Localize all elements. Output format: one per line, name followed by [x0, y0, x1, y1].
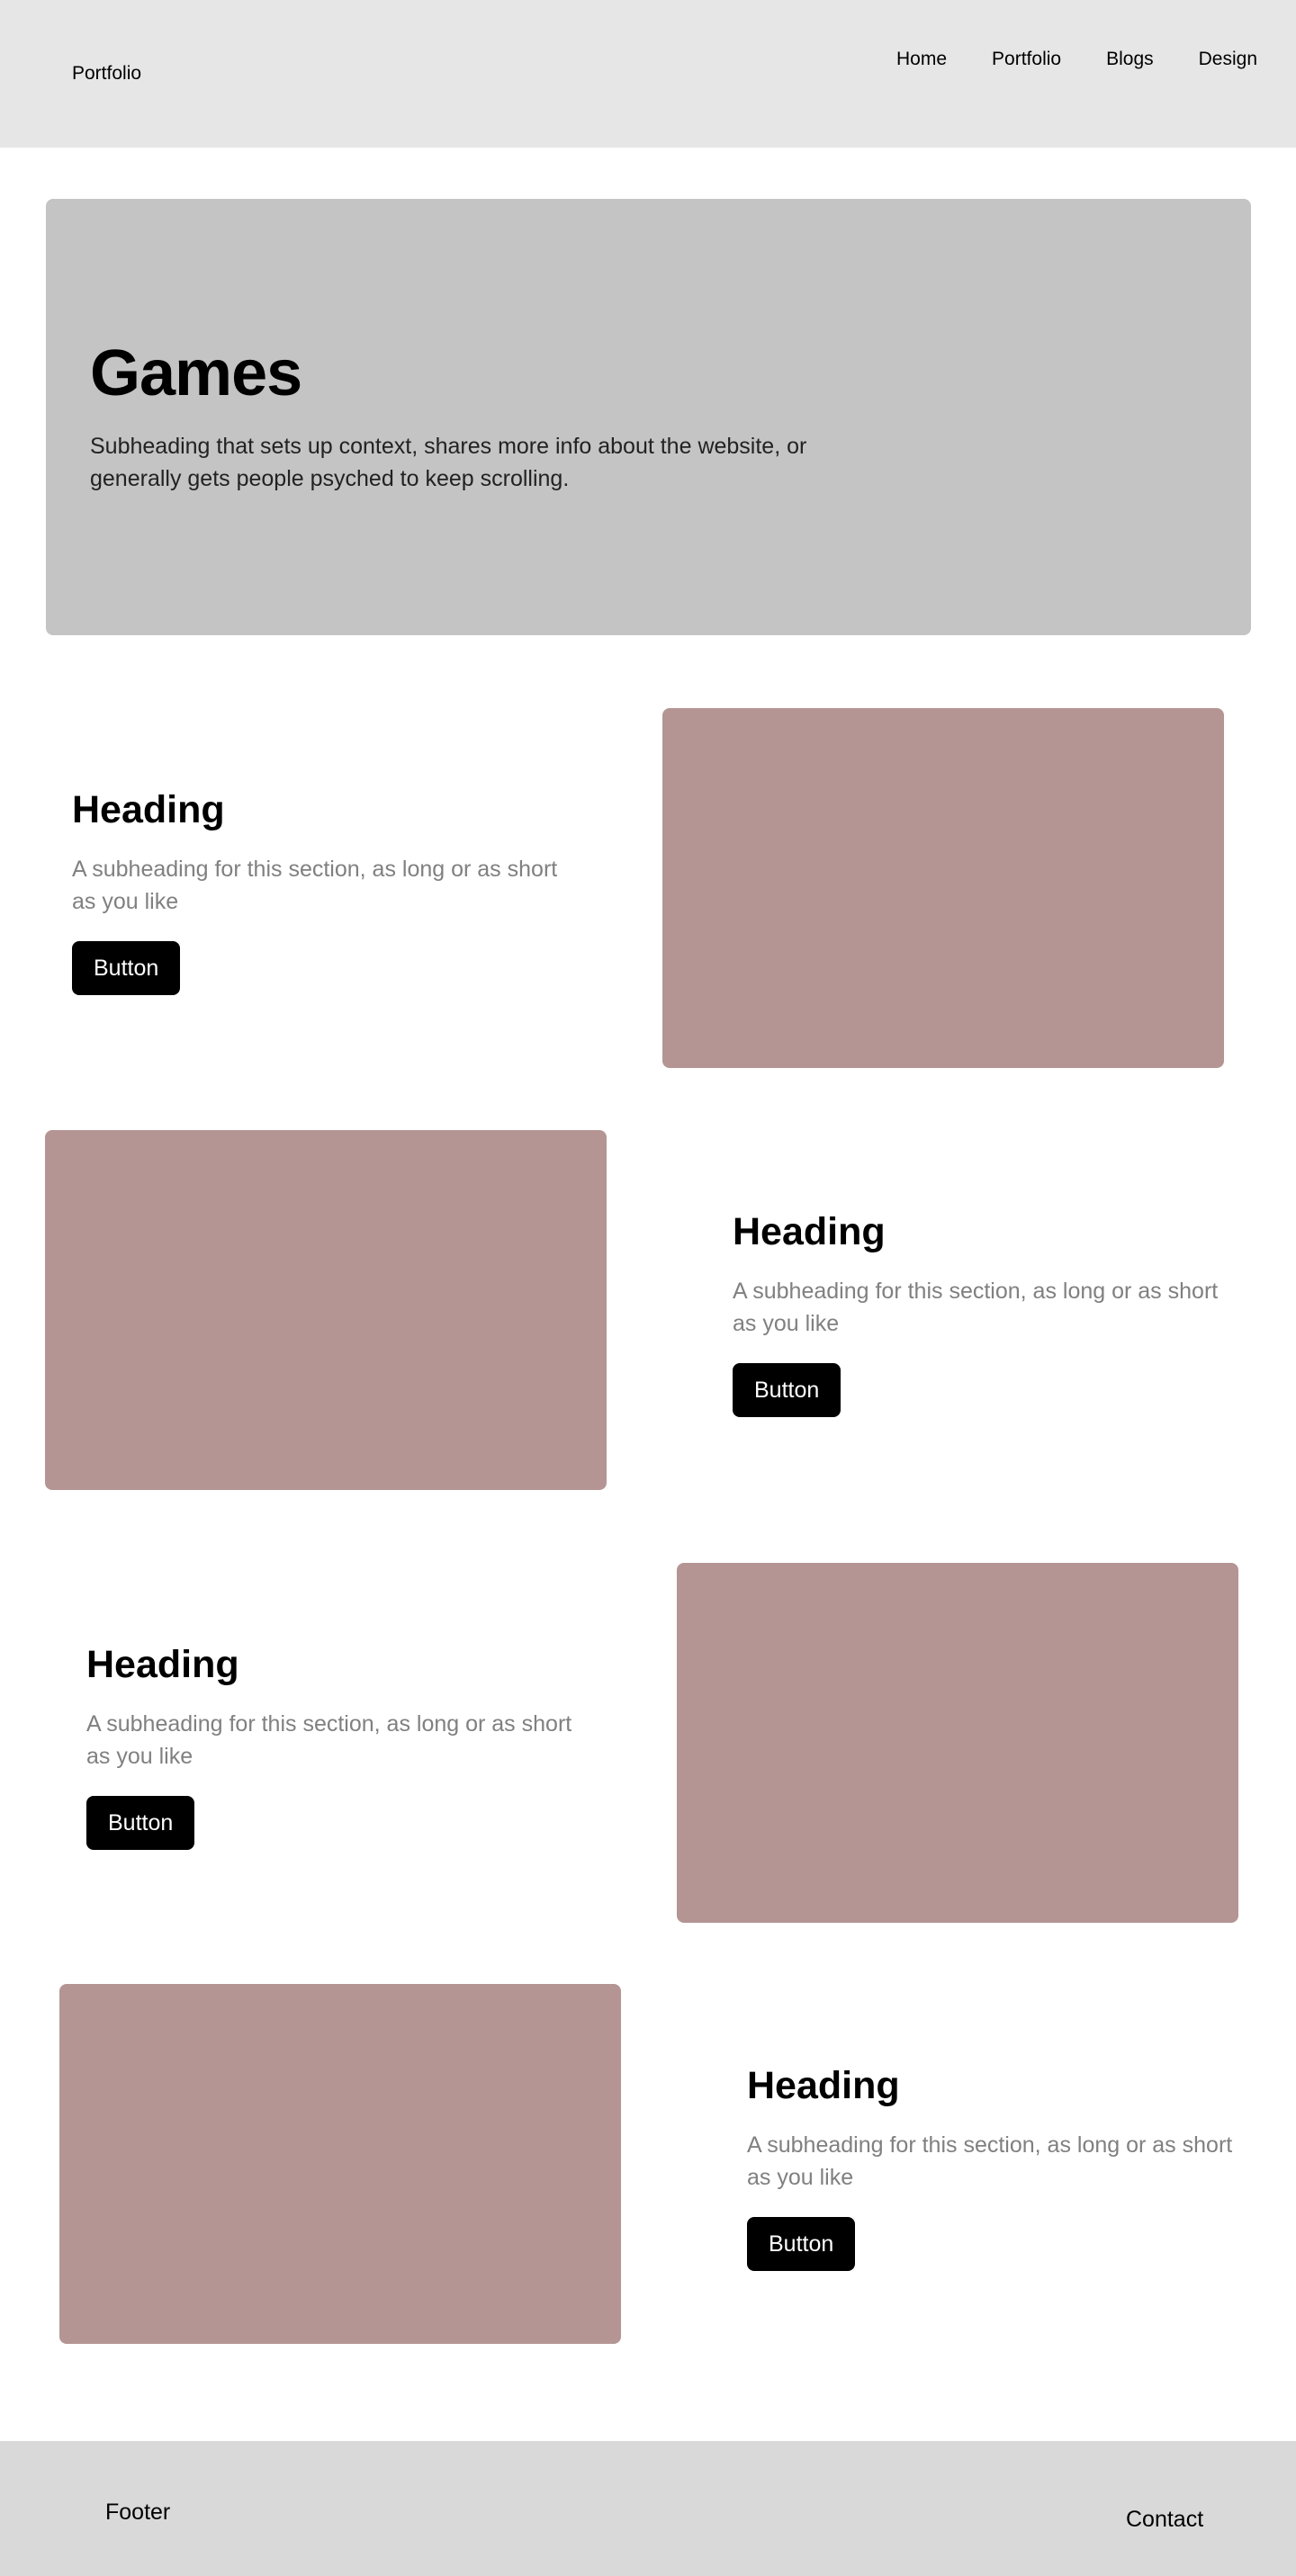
section-3-button[interactable]: Button [86, 1796, 195, 1850]
hero-banner: Games Subheading that sets up context, s… [46, 199, 1251, 635]
main-nav: Home Portfolio Blogs Design [851, 49, 1257, 70]
nav-blogs[interactable]: Blogs [1106, 49, 1154, 70]
section-1-button[interactable]: Button [72, 941, 181, 995]
section-subheading: A subheading for this section, as long o… [733, 1279, 1219, 1336]
section-3-image-placeholder [677, 1563, 1238, 1923]
section-heading: Heading [72, 788, 225, 831]
section-heading: Heading [733, 1210, 886, 1253]
section-subheading: A subheading for this section, as long o… [72, 857, 558, 914]
section-heading: Heading [747, 2064, 900, 2107]
section-1-text: Heading A subheading for this section, a… [72, 791, 594, 995]
site-header: Portfolio Home Portfolio Blogs Design [0, 0, 1296, 148]
section-2-text: Heading A subheading for this section, a… [733, 1213, 1255, 1417]
hero-subtitle: Subheading that sets up context, shares … [90, 434, 807, 491]
section-heading: Heading [86, 1643, 239, 1686]
nav-home[interactable]: Home [896, 49, 947, 70]
section-4-text: Heading A subheading for this section, a… [747, 2067, 1269, 2271]
section-2-button[interactable]: Button [733, 1363, 842, 1417]
nav-portfolio[interactable]: Portfolio [992, 49, 1061, 70]
site-footer: Footer Contact [0, 2441, 1296, 2576]
section-4-image-placeholder [59, 1984, 621, 2344]
section-3-text: Heading A subheading for this section, a… [86, 1646, 608, 1850]
nav-design[interactable]: Design [1199, 49, 1257, 70]
section-subheading: A subheading for this section, as long o… [86, 1711, 572, 1769]
section-4-button[interactable]: Button [747, 2217, 856, 2271]
section-2-image-placeholder [45, 1130, 607, 1490]
footer-label: Footer [105, 2500, 171, 2525]
hero-title: Games [90, 337, 302, 409]
section-1-image-placeholder [662, 708, 1224, 1068]
section-subheading: A subheading for this section, as long o… [747, 2132, 1233, 2190]
contact-link[interactable]: Contact [1126, 2507, 1203, 2533]
brand-logo[interactable]: Portfolio [72, 63, 141, 85]
